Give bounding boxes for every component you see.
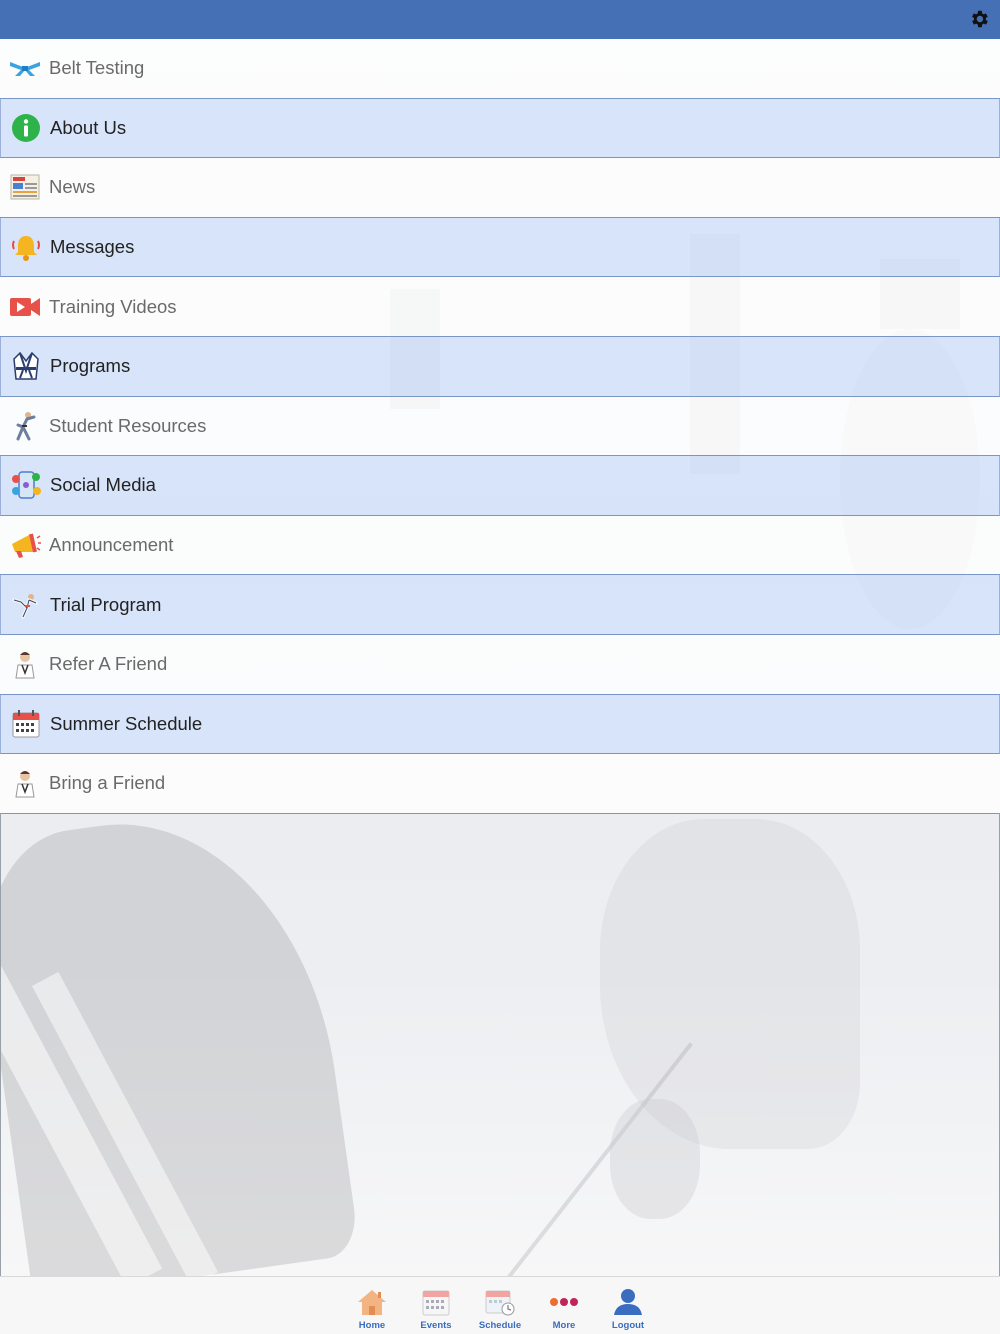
person-icon <box>9 648 41 680</box>
newspaper-icon <box>9 171 41 203</box>
tab-home[interactable]: Home <box>340 1277 404 1334</box>
menu-item-label: News <box>49 176 96 198</box>
menu-item-announcement[interactable]: Announcement <box>0 515 1000 576</box>
menu-item-label: About Us <box>50 116 127 138</box>
main-menu: Belt Testing About Us News Messages Trai… <box>0 39 1000 814</box>
menu-item-trial-program[interactable]: Trial Program <box>0 575 1000 635</box>
belt-icon <box>9 52 41 84</box>
menu-item-programs[interactable]: Programs <box>0 336 1000 397</box>
schedule-icon <box>484 1287 516 1317</box>
menu-item-refer-a-friend[interactable]: Refer A Friend <box>0 634 1000 695</box>
tab-events[interactable]: Events <box>404 1277 468 1334</box>
menu-item-label: Social Media <box>50 474 156 496</box>
menu-item-about-us[interactable]: About Us <box>0 98 1000 159</box>
menu-item-label: Bring a Friend <box>49 772 166 794</box>
menu-item-label: Programs <box>50 355 131 377</box>
person-icon <box>9 767 41 799</box>
menu-item-label: Announcement <box>49 534 174 556</box>
events-calendar-icon <box>420 1287 452 1317</box>
tab-label: Logout <box>611 1320 645 1331</box>
menu-item-bring-a-friend[interactable]: Bring a Friend <box>0 754 1000 814</box>
megaphone-icon <box>9 529 41 561</box>
tab-label: More <box>552 1320 576 1331</box>
calendar-icon <box>10 708 42 740</box>
menu-item-label: Summer Schedule <box>50 712 203 734</box>
menu-item-news[interactable]: News <box>0 158 1000 218</box>
menu-item-label: Belt Testing <box>49 57 145 79</box>
karate-figure-icon <box>9 410 41 442</box>
video-icon <box>9 291 41 323</box>
bell-icon <box>10 231 42 263</box>
home-icon <box>356 1287 388 1317</box>
menu-item-label: Refer A Friend <box>49 653 168 675</box>
menu-item-training-videos[interactable]: Training Videos <box>0 277 1000 337</box>
user-icon <box>612 1287 644 1317</box>
tab-label: Home <box>358 1320 386 1331</box>
menu-item-social-media[interactable]: Social Media <box>0 456 1000 516</box>
top-bar <box>0 0 1000 39</box>
tab-label: Events <box>420 1320 452 1331</box>
tab-more[interactable]: More <box>532 1277 596 1334</box>
tab-logout[interactable]: Logout <box>596 1277 660 1334</box>
tab-schedule[interactable]: Schedule <box>468 1277 532 1334</box>
gear-icon <box>972 10 988 28</box>
menu-item-messages[interactable]: Messages <box>0 217 1000 278</box>
menu-item-label: Trial Program <box>50 593 162 615</box>
more-dots-icon <box>548 1287 580 1317</box>
menu-item-label: Messages <box>50 236 135 258</box>
menu-item-student-resources[interactable]: Student Resources <box>0 396 1000 457</box>
social-media-icon <box>10 469 42 501</box>
info-icon <box>10 112 42 144</box>
menu-item-label: Student Resources <box>49 414 207 436</box>
tab-bar: Home Events Schedule More Logout <box>0 1276 1000 1334</box>
uniform-icon <box>10 350 42 382</box>
menu-item-summer-schedule[interactable]: Summer Schedule <box>0 694 1000 755</box>
kick-figure-icon <box>10 589 42 621</box>
menu-item-label: Training Videos <box>49 295 177 317</box>
tab-label: Schedule <box>478 1320 522 1331</box>
menu-item-belt-testing[interactable]: Belt Testing <box>0 39 1000 99</box>
settings-button[interactable] <box>968 8 990 30</box>
